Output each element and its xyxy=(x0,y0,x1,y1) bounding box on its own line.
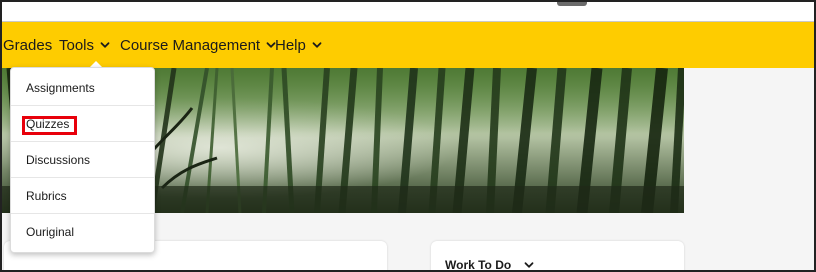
chevron-down-icon xyxy=(100,42,110,48)
chevron-down-icon xyxy=(524,262,534,268)
menu-item-assignments[interactable]: Assignments xyxy=(11,70,154,106)
nav-grades-label: Grades xyxy=(3,36,53,54)
menu-item-discussions[interactable]: Discussions xyxy=(11,142,154,178)
menu-item-label: Rubrics xyxy=(26,188,67,203)
work-to-do-title: Work To Do xyxy=(445,258,512,272)
nav-course-management[interactable]: Course Management xyxy=(120,22,276,68)
nav-help[interactable]: Help xyxy=(275,22,322,68)
menu-item-rubrics[interactable]: Rubrics xyxy=(11,178,154,214)
quizzes-highlight-box xyxy=(22,116,77,135)
tools-dropdown-menu: Assignments Quizzes Discussions Rubrics … xyxy=(10,67,155,253)
menu-item-ouriginal[interactable]: Ouriginal xyxy=(11,214,154,250)
menu-item-label: Assignments xyxy=(26,80,95,95)
nav-tools-label: Tools xyxy=(59,36,95,54)
main-navbar: Grades Tools Course Management Help xyxy=(2,22,814,68)
nav-course-management-label: Course Management xyxy=(120,36,261,54)
top-bar xyxy=(2,2,814,22)
chevron-down-icon xyxy=(312,42,322,48)
menu-item-label: Discussions xyxy=(26,152,91,167)
menu-item-label: Ouriginal xyxy=(26,225,75,239)
work-to-do-widget: Work To Do xyxy=(431,241,684,272)
nav-grades[interactable]: Grades xyxy=(3,22,52,68)
work-to-do-menu-button[interactable]: Work To Do xyxy=(445,258,534,272)
top-bar-tab[interactable] xyxy=(557,2,587,6)
nav-help-label: Help xyxy=(275,36,306,54)
browser-frame: Grades Tools Course Management Help Work… xyxy=(0,0,816,272)
